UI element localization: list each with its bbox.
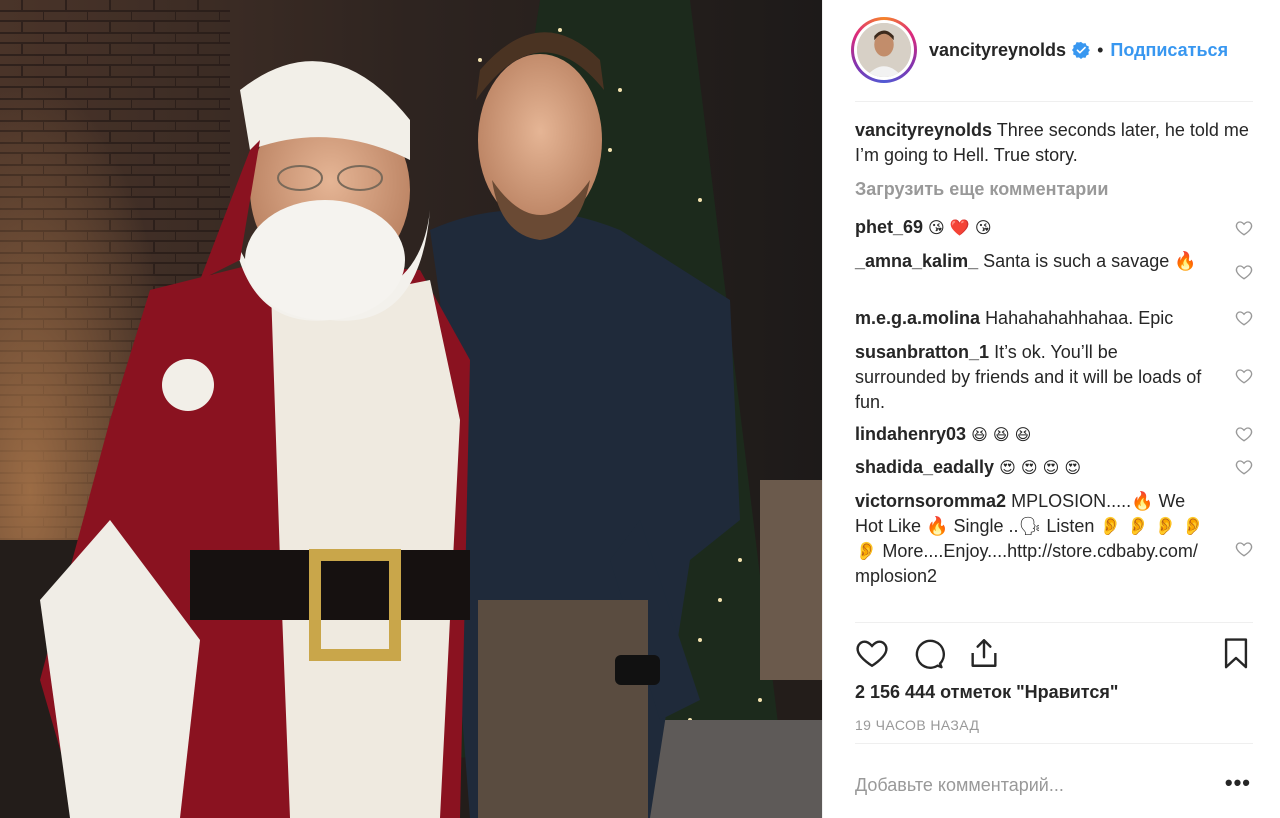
bookmark-icon[interactable]: [1219, 636, 1253, 670]
comment-username[interactable]: shadida_eadally: [855, 457, 994, 477]
comment-like-heart-icon[interactable]: [1235, 309, 1253, 327]
comment-like-heart-icon[interactable]: [1235, 458, 1253, 476]
avatar-story-ring[interactable]: [851, 17, 917, 83]
heart-icon[interactable]: [855, 636, 889, 670]
share-icon[interactable]: [967, 636, 1001, 670]
comments-section: vancityreynolds Three seconds later, he …: [855, 118, 1253, 201]
comment-bubble-icon[interactable]: [911, 636, 945, 670]
more-options-icon[interactable]: •••: [1225, 772, 1251, 794]
comment-item: lindahenry03 😆 😆 😆: [855, 422, 1253, 447]
load-more-comments-button[interactable]: Загрузить еще комментарии: [855, 177, 1253, 201]
comment-like-heart-icon[interactable]: [1235, 540, 1253, 558]
comment-input-divider: [855, 743, 1253, 744]
post-actions-bar: [855, 634, 1253, 674]
follow-button[interactable]: Подписаться: [1110, 40, 1228, 61]
header-divider: [855, 101, 1253, 102]
comment-username[interactable]: phet_69: [855, 217, 923, 237]
caption-username[interactable]: vancityreynolds: [855, 120, 992, 140]
comment-like-heart-icon[interactable]: [1235, 263, 1253, 281]
post-photo[interactable]: [0, 0, 822, 818]
add-comment-bar: •••: [855, 768, 1253, 802]
comment-item: victornsoromma2 MPLOSION.....🔥 We Hot Li…: [855, 489, 1253, 589]
likes-count[interactable]: 2 156 444 отметок "Нравится": [855, 682, 1118, 703]
post-author-username[interactable]: vancityreynolds: [929, 40, 1066, 61]
comment-username[interactable]: victornsoromma2: [855, 491, 1006, 511]
post-timestamp[interactable]: 19 ЧАСОВ НАЗАД: [855, 717, 979, 733]
comment-like-heart-icon[interactable]: [1235, 367, 1253, 385]
comment-text: 😘 ❤️ 😘: [928, 218, 992, 237]
comment-like-heart-icon[interactable]: [1235, 425, 1253, 443]
post-header: vancityreynolds • Подписаться: [851, 16, 1251, 84]
comment-text: 😍 😍 😍 😍: [999, 458, 1082, 477]
verified-badge-icon: [1072, 41, 1091, 59]
comment-like-heart-icon[interactable]: [1235, 219, 1253, 237]
comment-username[interactable]: _amna_kalim_: [855, 251, 978, 271]
comment-item: shadida_eadally 😍 😍 😍 😍: [855, 455, 1253, 480]
actions-top-divider: [855, 622, 1253, 623]
comment-input[interactable]: [855, 774, 1195, 796]
comment-username[interactable]: m.e.g.a.molina: [855, 308, 980, 328]
comment-item: _amna_kalim_ Santa is such a savage 🔥: [855, 249, 1253, 280]
comment-text: 😆 😆 😆: [971, 425, 1032, 444]
comment-item: phet_69 😘 ❤️ 😘: [855, 215, 1253, 240]
comment-username[interactable]: lindahenry03: [855, 424, 966, 444]
post-caption: vancityreynolds Three seconds later, he …: [855, 118, 1253, 168]
comment-item: m.e.g.a.molina Hahahahahhahaa. Epic: [855, 306, 1253, 331]
post-side-panel: vancityreynolds • Подписаться vancityrey…: [822, 0, 1280, 818]
post-photo-image: [0, 0, 822, 818]
comment-text: Santa is such a savage 🔥: [983, 251, 1197, 271]
avatar[interactable]: [857, 23, 911, 77]
header-separator-dot: •: [1097, 39, 1104, 60]
comment-username[interactable]: susanbratton_1: [855, 342, 989, 362]
comment-item: susanbratton_1 It’s ok. You’ll be surrou…: [855, 340, 1253, 415]
comment-text: Hahahahahhahaa. Epic: [985, 308, 1174, 328]
